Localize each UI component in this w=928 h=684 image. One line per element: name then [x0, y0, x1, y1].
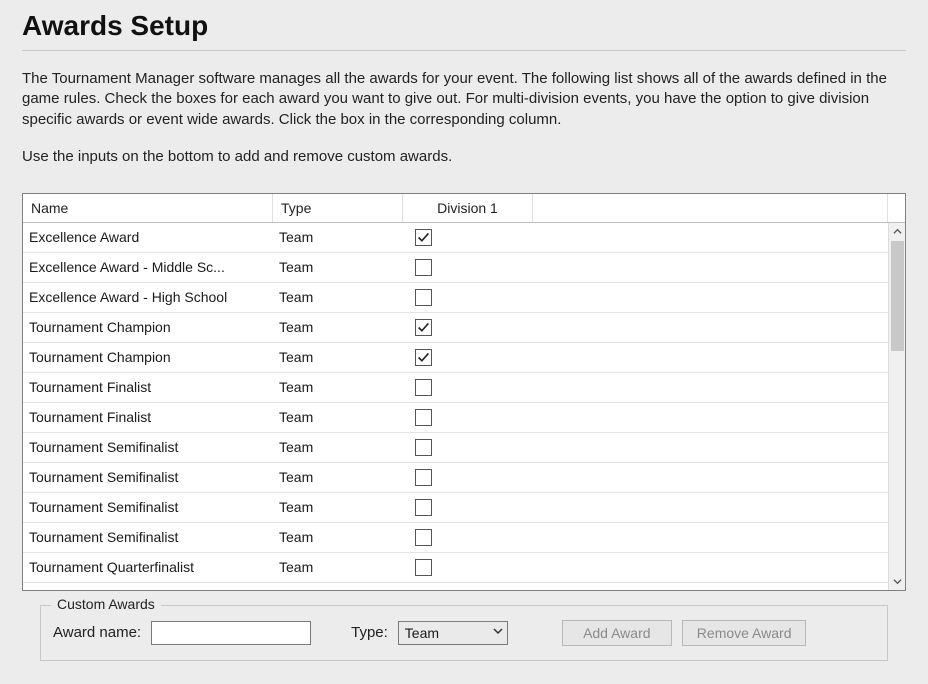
cell-name: Excellence Award — [23, 229, 273, 245]
vertical-scrollbar[interactable] — [888, 223, 905, 590]
award-name-label: Award name: — [53, 624, 141, 641]
division1-checkbox[interactable] — [415, 529, 432, 546]
division1-checkbox[interactable] — [415, 499, 432, 516]
scroll-down-arrow[interactable] — [889, 573, 905, 590]
cell-type: Team — [273, 529, 403, 545]
cell-type: Team — [273, 349, 403, 365]
intro-text-1: The Tournament Manager software manages … — [22, 69, 906, 130]
cell-division1 — [403, 259, 533, 276]
cell-division1 — [403, 349, 533, 366]
table-row[interactable]: Tournament SemifinalistTeam — [23, 463, 888, 493]
cell-name: Tournament Semifinalist — [23, 469, 273, 485]
table-row[interactable]: Tournament QuarterfinalistTeam — [23, 553, 888, 583]
cell-type: Team — [273, 409, 403, 425]
table-header: Name Type Division 1 — [23, 194, 905, 223]
col-header-blank — [533, 194, 888, 222]
table-row[interactable]: Excellence Award - High SchoolTeam — [23, 283, 888, 313]
cell-division1 — [403, 499, 533, 516]
cell-type: Team — [273, 499, 403, 515]
table-body: Excellence AwardTeamExcellence Award - M… — [23, 223, 888, 590]
table-row[interactable]: Tournament SemifinalistTeam — [23, 433, 888, 463]
type-select[interactable]: Team — [398, 621, 508, 645]
cell-type: Team — [273, 319, 403, 335]
cell-type: Team — [273, 289, 403, 305]
division1-checkbox[interactable] — [415, 439, 432, 456]
division1-checkbox[interactable] — [415, 469, 432, 486]
col-header-name[interactable]: Name — [23, 194, 273, 222]
table-row[interactable]: Tournament FinalistTeam — [23, 403, 888, 433]
division1-checkbox[interactable] — [415, 349, 432, 366]
table-row[interactable]: Tournament SemifinalistTeam — [23, 523, 888, 553]
division1-checkbox[interactable] — [415, 379, 432, 396]
cell-name: Tournament Quarterfinalist — [23, 559, 273, 575]
add-award-button[interactable]: Add Award — [562, 620, 672, 646]
cell-type: Team — [273, 439, 403, 455]
cell-name: Excellence Award - High School — [23, 289, 273, 305]
table-row[interactable]: Excellence AwardTeam — [23, 223, 888, 253]
cell-division1 — [403, 439, 533, 456]
cell-type: Team — [273, 379, 403, 395]
cell-division1 — [403, 319, 533, 336]
division1-checkbox[interactable] — [415, 559, 432, 576]
division1-checkbox[interactable] — [415, 319, 432, 336]
cell-name: Tournament Semifinalist — [23, 499, 273, 515]
cell-name: Tournament Finalist — [23, 379, 273, 395]
cell-division1 — [403, 289, 533, 306]
cell-division1 — [403, 409, 533, 426]
table-row[interactable]: Tournament ChampionTeam — [23, 343, 888, 373]
table-row[interactable]: Tournament ChampionTeam — [23, 313, 888, 343]
division1-checkbox[interactable] — [415, 259, 432, 276]
type-label: Type: — [351, 624, 388, 641]
col-header-division1[interactable]: Division 1 — [403, 194, 533, 222]
intro-text-2: Use the inputs on the bottom to add and … — [22, 148, 906, 165]
cell-type: Team — [273, 229, 403, 245]
cell-name: Excellence Award - Middle Sc... — [23, 259, 273, 275]
cell-name: Tournament Semifinalist — [23, 529, 273, 545]
cell-division1 — [403, 229, 533, 246]
division1-checkbox[interactable] — [415, 409, 432, 426]
remove-award-button[interactable]: Remove Award — [682, 620, 807, 646]
table-row[interactable]: Tournament FinalistTeam — [23, 373, 888, 403]
divider — [22, 50, 906, 51]
cell-type: Team — [273, 469, 403, 485]
cell-name: Tournament Champion — [23, 319, 273, 335]
awards-table: Name Type Division 1 Excellence AwardTea… — [22, 193, 906, 591]
custom-awards-legend: Custom Awards — [51, 596, 161, 612]
division1-checkbox[interactable] — [415, 289, 432, 306]
custom-awards-group: Custom Awards Award name: Type: Team Add… — [40, 605, 888, 661]
cell-name: Tournament Finalist — [23, 409, 273, 425]
col-header-type[interactable]: Type — [273, 194, 403, 222]
cell-type: Team — [273, 559, 403, 575]
cell-division1 — [403, 469, 533, 486]
scroll-thumb[interactable] — [891, 241, 904, 351]
scroll-up-arrow[interactable] — [889, 223, 905, 240]
award-name-input[interactable] — [151, 621, 311, 645]
cell-division1 — [403, 529, 533, 546]
cell-type: Team — [273, 259, 403, 275]
cell-division1 — [403, 559, 533, 576]
division1-checkbox[interactable] — [415, 229, 432, 246]
cell-division1 — [403, 379, 533, 396]
cell-name: Tournament Champion — [23, 349, 273, 365]
table-row[interactable]: Tournament SemifinalistTeam — [23, 493, 888, 523]
col-header-scroll-spacer — [888, 194, 905, 222]
table-row[interactable]: Excellence Award - Middle Sc...Team — [23, 253, 888, 283]
type-select-value[interactable]: Team — [398, 621, 508, 645]
cell-name: Tournament Semifinalist — [23, 439, 273, 455]
page-title: Awards Setup — [22, 10, 906, 42]
